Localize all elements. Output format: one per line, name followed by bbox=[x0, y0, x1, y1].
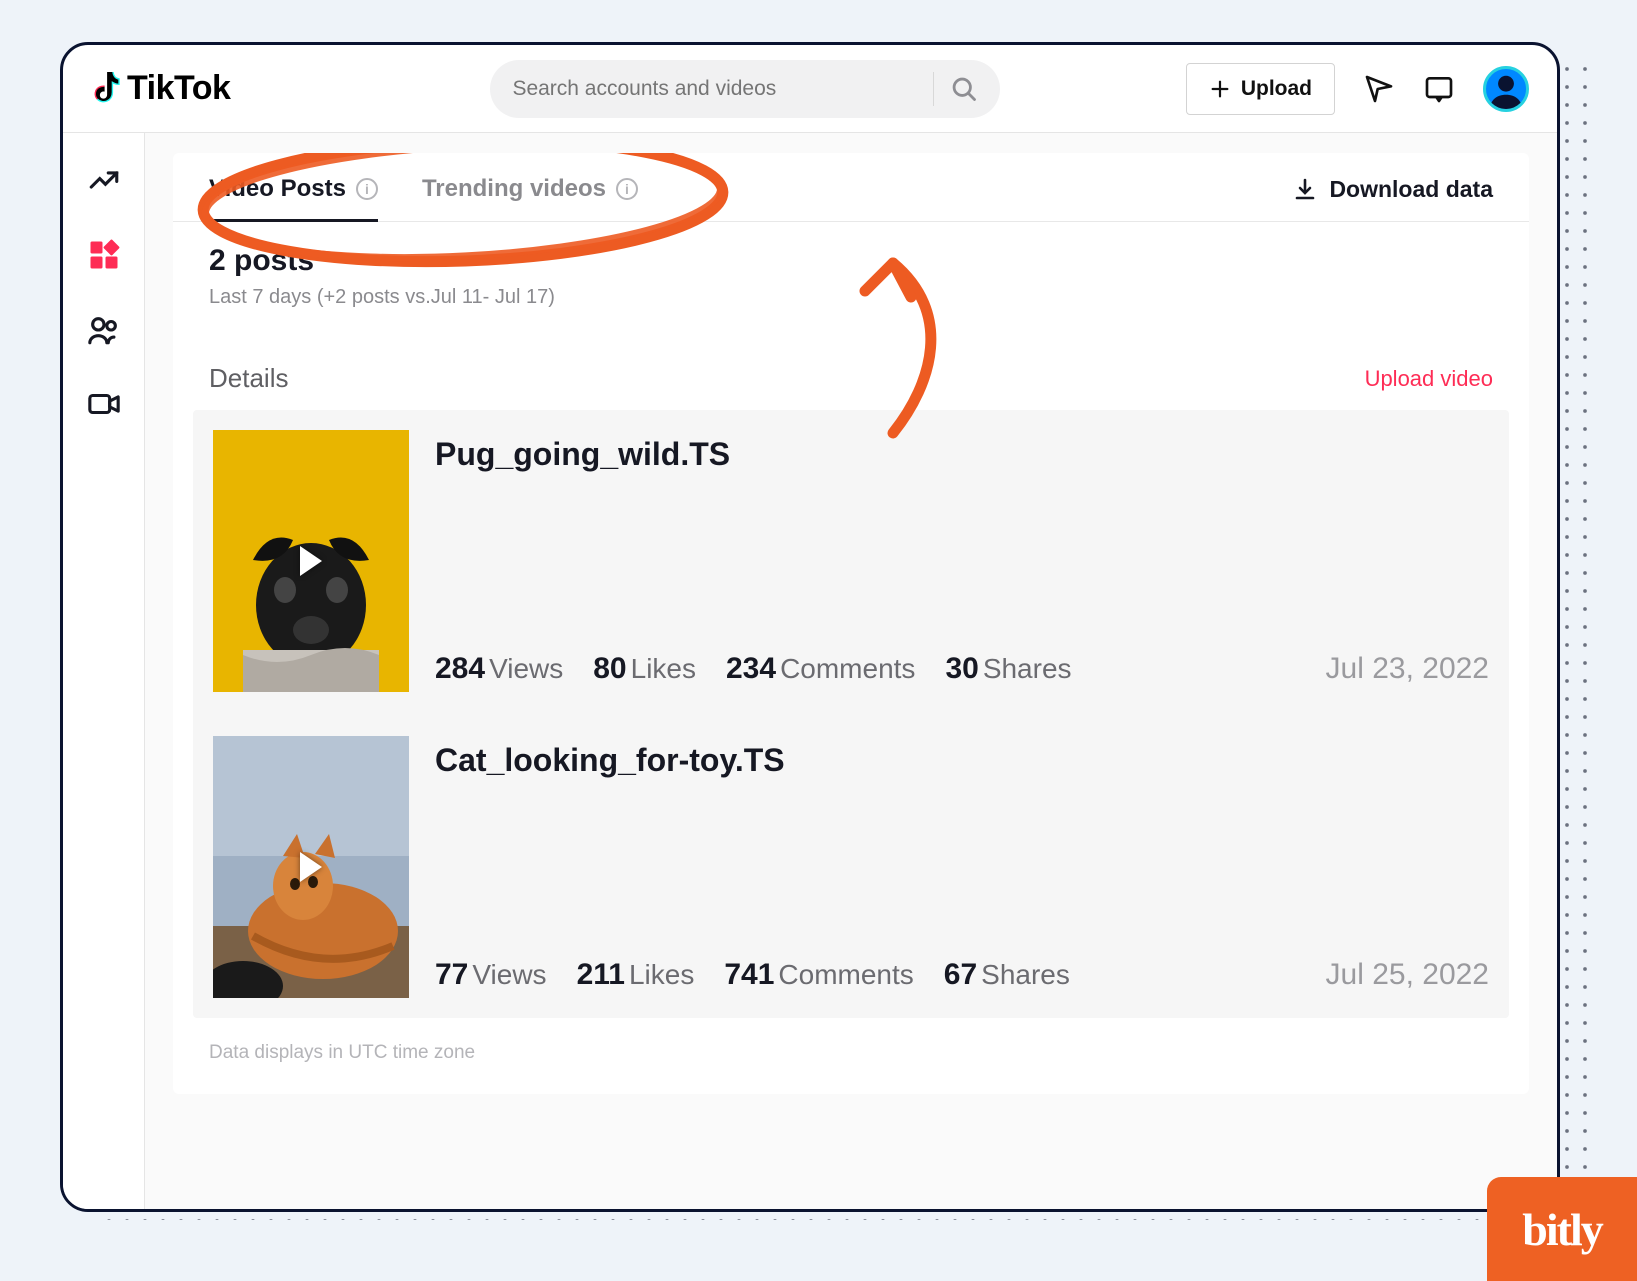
video-row[interactable]: Cat_looking_for-toy.TS 77Views 211Likes … bbox=[213, 736, 1489, 998]
tiktok-logo[interactable]: TikTok bbox=[91, 69, 230, 108]
info-icon[interactable]: i bbox=[616, 178, 638, 200]
upload-button[interactable]: Upload bbox=[1186, 63, 1335, 115]
play-icon bbox=[300, 852, 322, 882]
video-stats: 77Views 211Likes 741Comments 67Shares bbox=[435, 958, 1300, 992]
download-label: Download data bbox=[1329, 176, 1493, 203]
video-date: Jul 23, 2022 bbox=[1326, 652, 1489, 692]
header-actions: Upload bbox=[1186, 63, 1529, 115]
videos-list: Pug_going_wild.TS 284Views 80Likes 234Co… bbox=[193, 410, 1509, 1018]
users-icon[interactable] bbox=[87, 313, 121, 347]
app-window: TikTok Upload bbox=[60, 42, 1560, 1212]
grid-icon[interactable] bbox=[86, 237, 122, 273]
play-icon bbox=[300, 546, 322, 576]
side-nav bbox=[63, 133, 145, 1209]
divider bbox=[933, 72, 934, 106]
details-label: Details bbox=[209, 363, 288, 394]
video-icon[interactable] bbox=[87, 387, 121, 421]
top-bar: TikTok Upload bbox=[63, 45, 1557, 133]
tab-label: Trending videos bbox=[422, 175, 606, 203]
video-date: Jul 25, 2022 bbox=[1326, 958, 1489, 998]
avatar[interactable] bbox=[1483, 66, 1529, 112]
body: Video Posts i Trending videos i Download… bbox=[63, 133, 1557, 1209]
video-thumbnail[interactable] bbox=[213, 736, 409, 998]
bitly-badge: bitly bbox=[1487, 1177, 1637, 1281]
posts-subtext: Last 7 days (+2 posts vs.Jul 11- Jul 17) bbox=[209, 286, 1493, 309]
info-icon[interactable]: i bbox=[356, 178, 378, 200]
download-data-button[interactable]: Download data bbox=[1293, 176, 1493, 221]
search-input[interactable] bbox=[512, 77, 917, 101]
upload-video-link[interactable]: Upload video bbox=[1365, 366, 1493, 392]
inbox-icon[interactable] bbox=[1423, 73, 1455, 105]
video-title: Pug_going_wild.TS bbox=[435, 436, 1300, 473]
details-header: Details Upload video bbox=[173, 309, 1529, 410]
video-meta: Pug_going_wild.TS 284Views 80Likes 234Co… bbox=[435, 430, 1300, 692]
main-content: Video Posts i Trending videos i Download… bbox=[145, 133, 1557, 1209]
tiktok-note-icon bbox=[91, 72, 121, 106]
posts-count-label: posts bbox=[234, 244, 314, 277]
posts-summary: 2 posts Last 7 days (+2 posts vs.Jul 11-… bbox=[173, 222, 1529, 309]
tab-video-posts[interactable]: Video Posts i bbox=[209, 175, 378, 221]
video-title: Cat_looking_for-toy.TS bbox=[435, 742, 1300, 779]
bitly-label: bitly bbox=[1522, 1203, 1601, 1256]
upload-label: Upload bbox=[1241, 77, 1312, 101]
video-thumbnail[interactable] bbox=[213, 430, 409, 692]
posts-count-number: 2 bbox=[209, 244, 226, 277]
send-icon[interactable] bbox=[1363, 73, 1395, 105]
video-row[interactable]: Pug_going_wild.TS 284Views 80Likes 234Co… bbox=[213, 430, 1489, 692]
content-panel: Video Posts i Trending videos i Download… bbox=[173, 153, 1529, 1094]
search-box[interactable] bbox=[490, 60, 1000, 118]
brand-name: TikTok bbox=[127, 69, 230, 108]
analytics-icon[interactable] bbox=[87, 163, 121, 197]
search-icon[interactable] bbox=[950, 75, 978, 103]
tabs-row: Video Posts i Trending videos i Download… bbox=[173, 153, 1529, 222]
tab-label: Video Posts bbox=[209, 175, 346, 203]
tab-trending-videos[interactable]: Trending videos i bbox=[422, 175, 638, 221]
video-stats: 284Views 80Likes 234Comments 30Shares bbox=[435, 652, 1300, 686]
footer-note: Data displays in UTC time zone bbox=[173, 1018, 1529, 1064]
video-meta: Cat_looking_for-toy.TS 77Views 211Likes … bbox=[435, 736, 1300, 998]
